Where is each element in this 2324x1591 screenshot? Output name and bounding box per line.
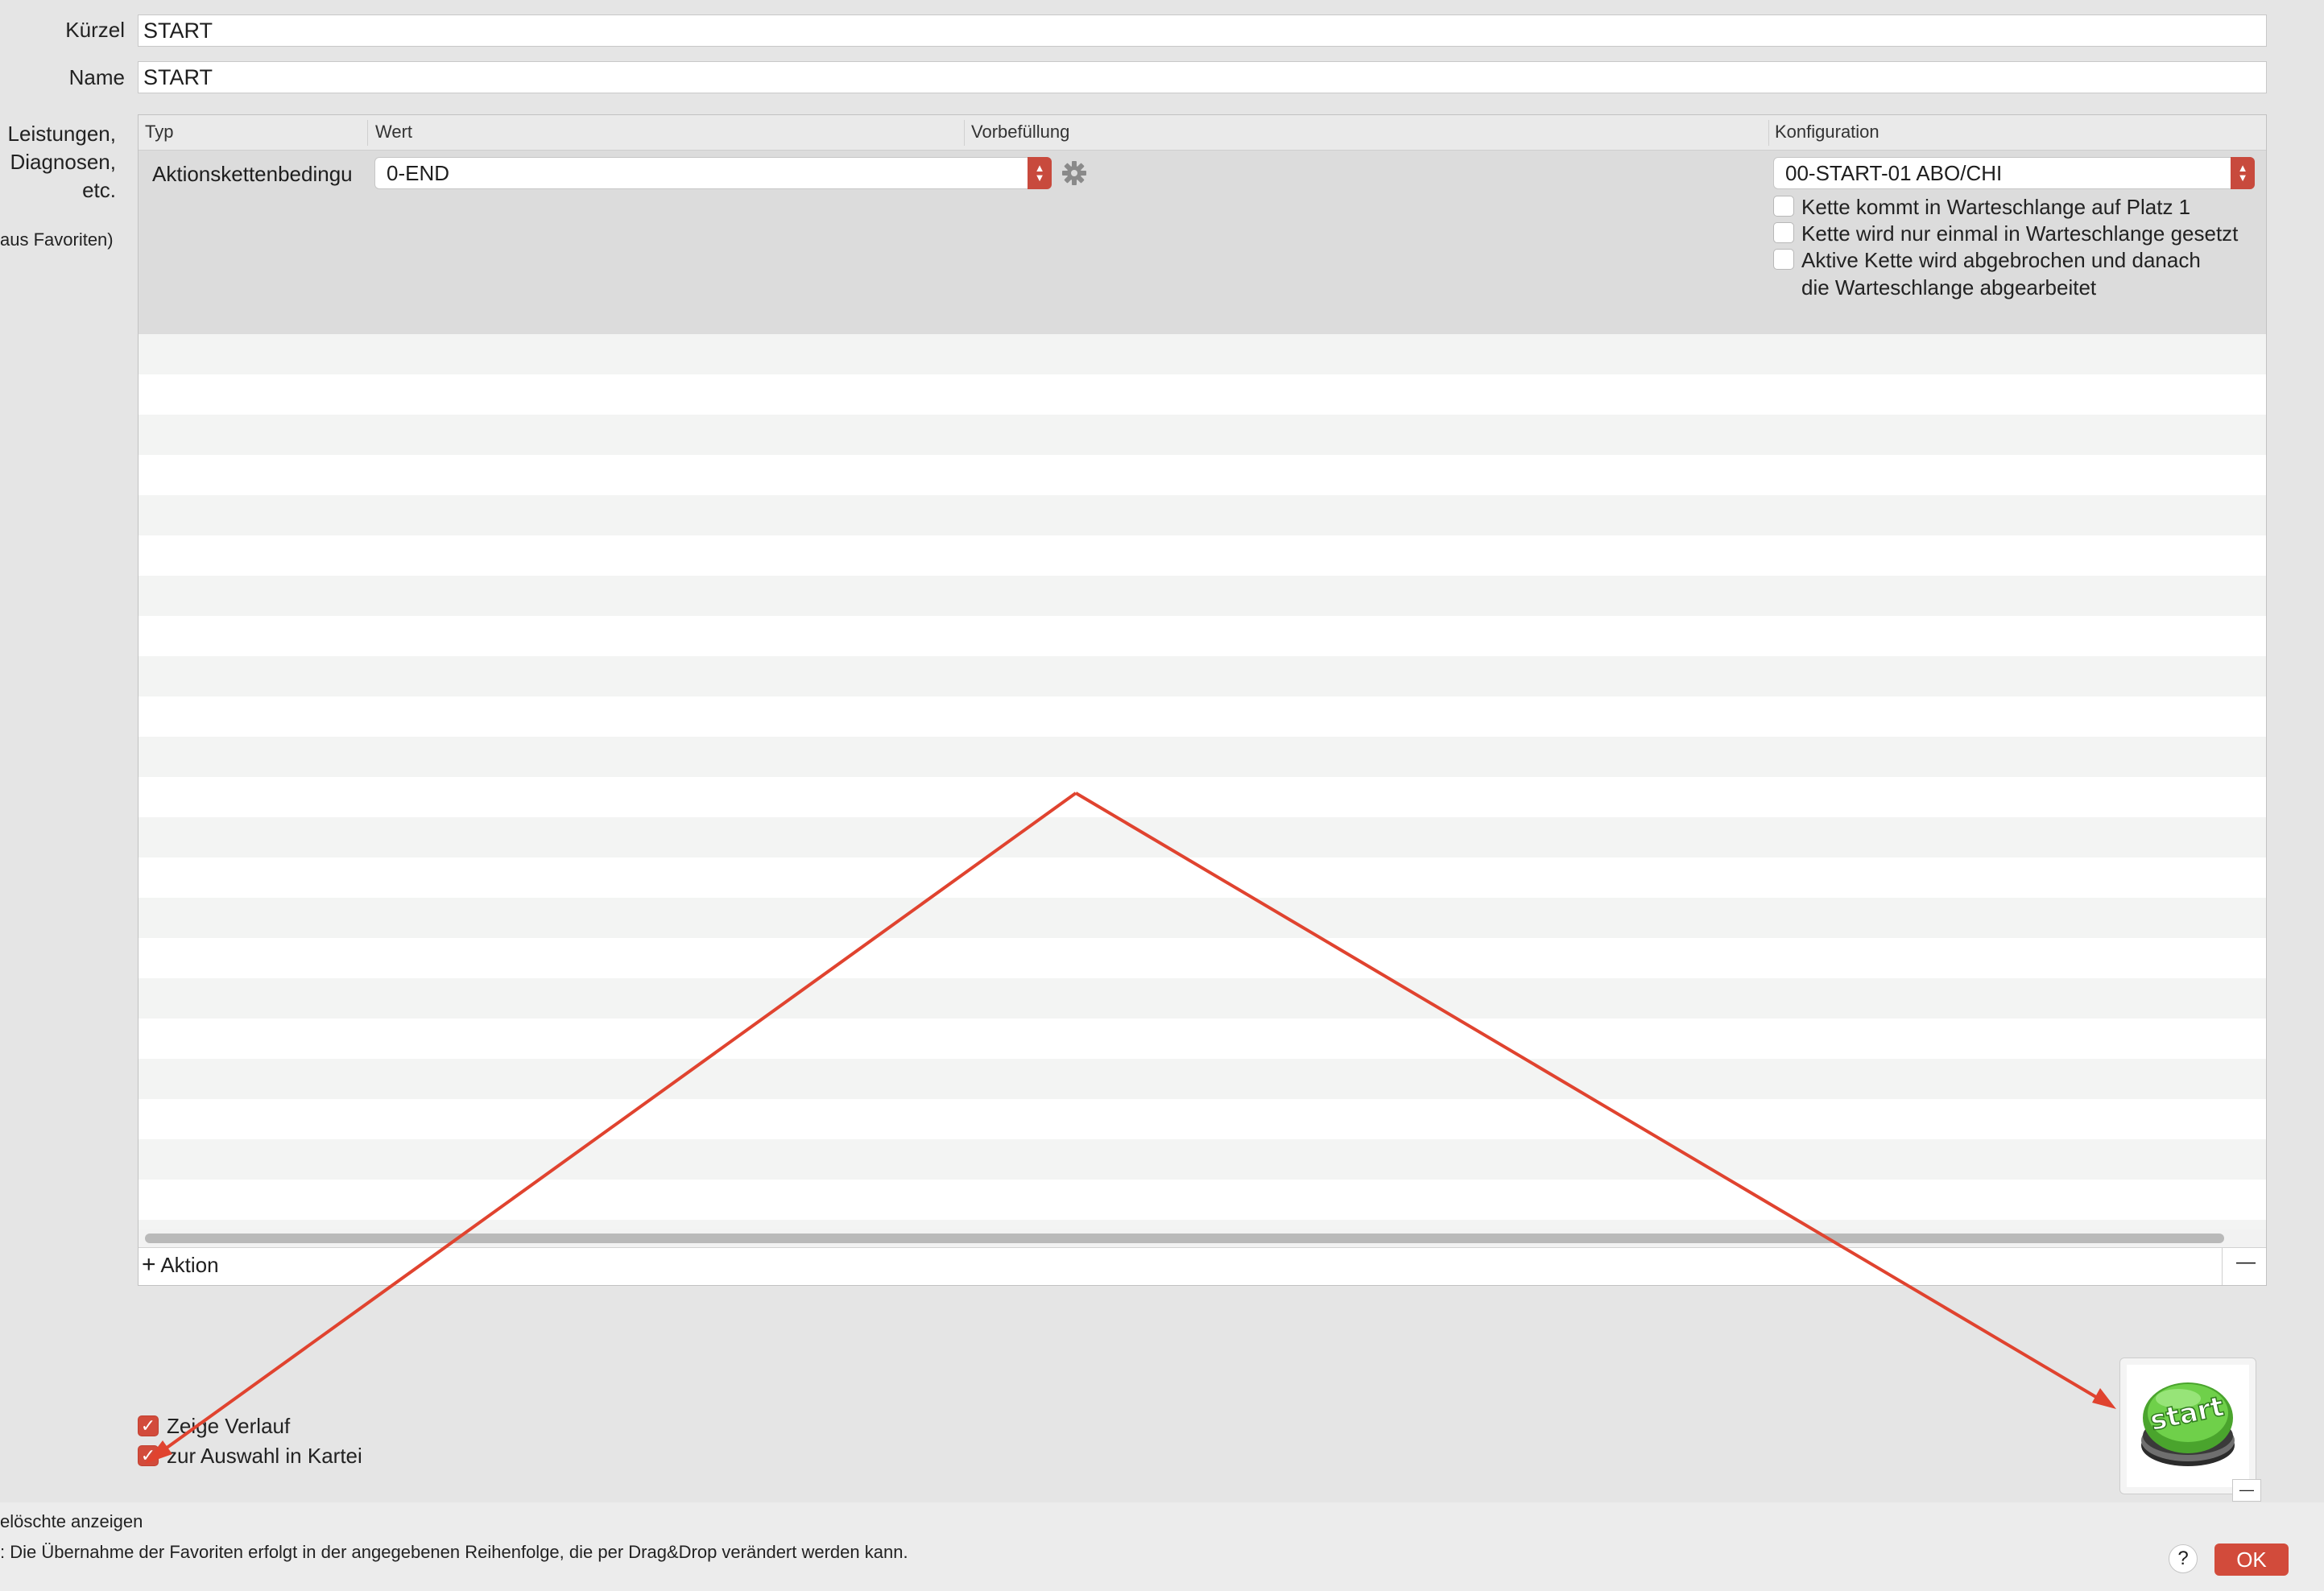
ok-button[interactable]: OK: [2214, 1543, 2289, 1576]
help-button[interactable]: ?: [2169, 1544, 2198, 1573]
arrow-head-checkbox: [145, 1440, 172, 1464]
hinweis-text: : Die Übernahme der Favoriten erfolgt in…: [0, 1542, 908, 1562]
arrow-head-image: [2092, 1388, 2116, 1409]
geloeschte-anzeigen-label[interactable]: elöschte anzeigen: [0, 1511, 143, 1532]
annotation-arrows: [145, 791, 2116, 1464]
arrow-to-image: [1074, 791, 2110, 1406]
arrow-to-checkbox: [147, 791, 1077, 1462]
